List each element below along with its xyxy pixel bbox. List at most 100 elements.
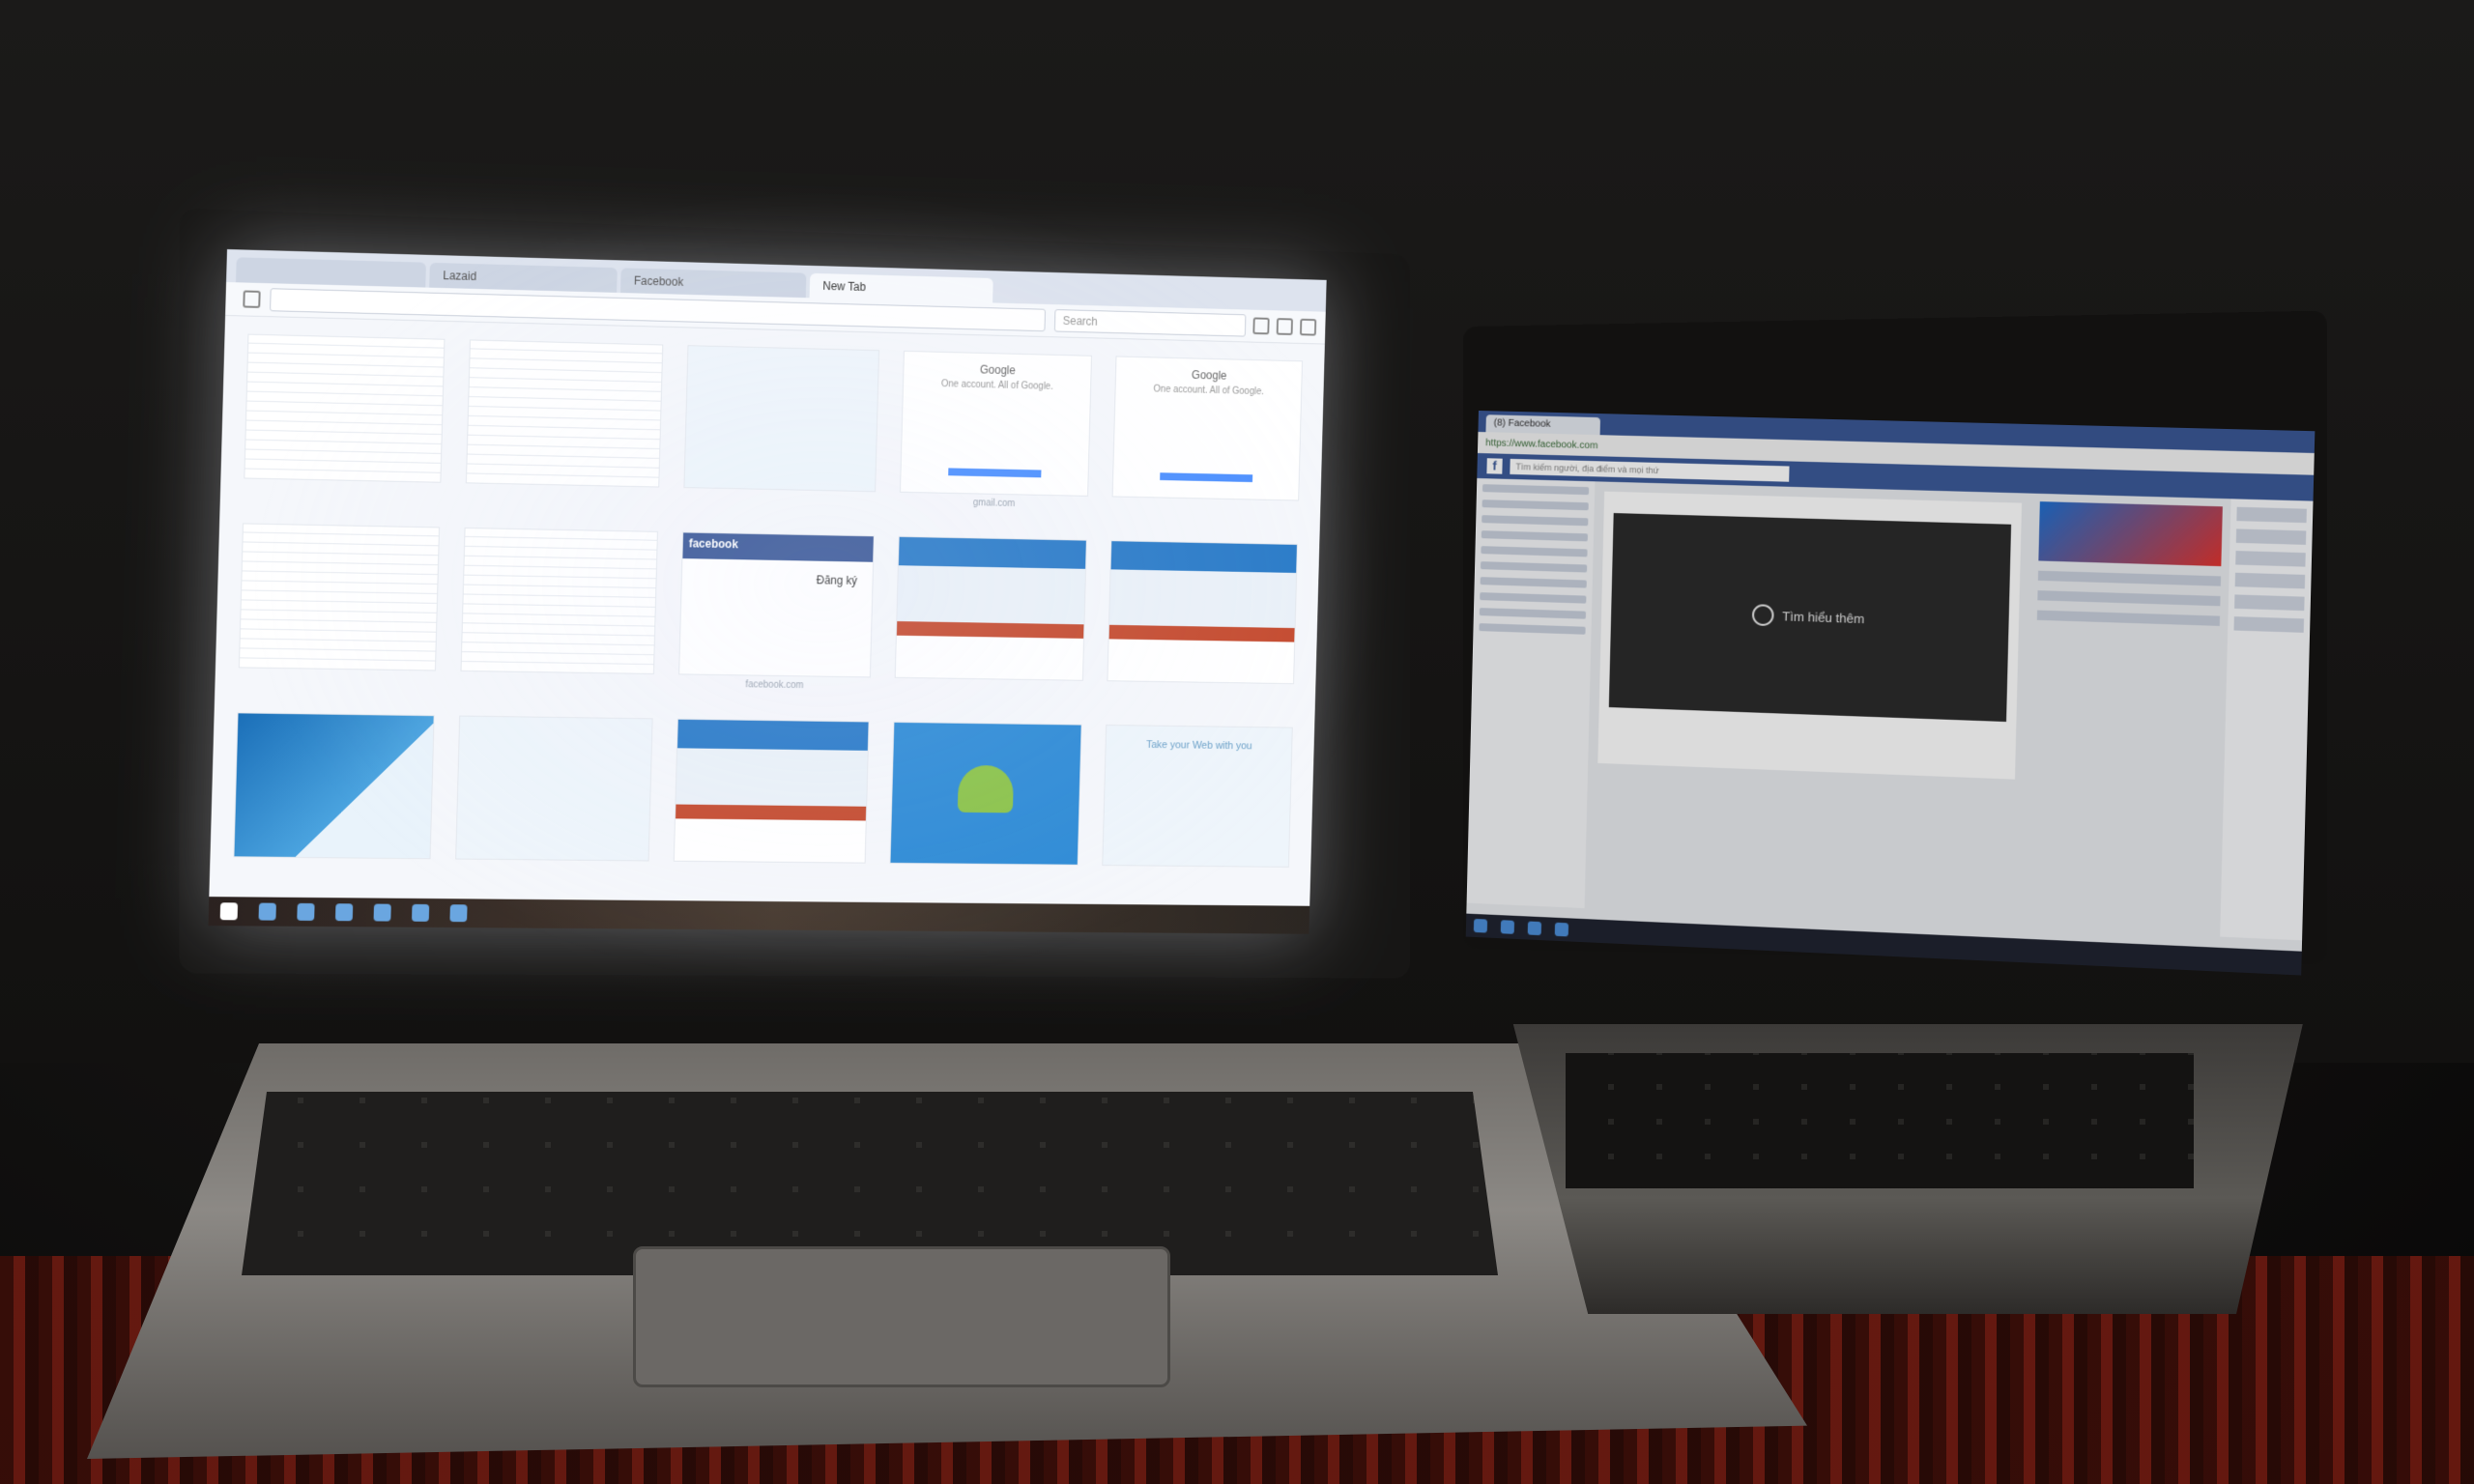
suggestion-row[interactable] [2037, 611, 2220, 626]
speed-dial-tile[interactable] [1107, 540, 1298, 702]
taskbar-app-icon[interactable] [335, 903, 353, 921]
taskbar-app-icon[interactable] [1555, 923, 1568, 937]
taskbar-app-icon[interactable] [1501, 920, 1514, 934]
taskbar-app-icon[interactable] [412, 904, 429, 922]
nav-item[interactable] [1481, 546, 1587, 556]
chat-contact[interactable] [2236, 507, 2307, 523]
speed-dial-tile[interactable]: Take your Web with you [1102, 725, 1293, 886]
tile-thumbnail[interactable] [233, 712, 434, 859]
taskbar-app-icon[interactable] [1528, 921, 1541, 935]
speed-dial-tile[interactable] [683, 345, 879, 511]
nav-item[interactable] [1481, 561, 1587, 572]
tile-thumbnail[interactable] [674, 719, 869, 864]
speed-dial-tile[interactable] [244, 334, 445, 502]
browser-tab[interactable]: Lazaid [429, 263, 618, 293]
right-laptop-screen: (8) Facebook https://www.facebook.com f … [1466, 411, 2316, 975]
back-icon[interactable] [243, 290, 260, 307]
speed-dial-tile[interactable] [894, 536, 1087, 699]
taskbar-app-icon[interactable] [374, 904, 391, 922]
facebook-right-column [2022, 494, 2231, 937]
taskbar-app-icon[interactable] [297, 903, 314, 921]
chat-sidebar [2220, 499, 2313, 940]
speed-dial-tile[interactable] [454, 716, 653, 881]
speed-dial-tile[interactable]: Google One account. All of Google. gmail.c… [899, 351, 1092, 516]
speed-dial-tile[interactable]: Google One account. All of Google. [1111, 356, 1303, 519]
tile-thumbnail[interactable] [239, 523, 440, 671]
left-laptop-touchpad [633, 1246, 1170, 1387]
bookmark-star-icon[interactable] [1252, 317, 1269, 334]
tile-thumbnail[interactable]: Take your Web with you [1103, 725, 1293, 868]
taskbar-app-icon[interactable] [258, 903, 275, 921]
speed-dial-tile[interactable] [460, 528, 659, 694]
browser-tab[interactable]: Facebook [620, 268, 806, 298]
chat-contact[interactable] [2235, 573, 2306, 589]
nav-item[interactable] [1480, 608, 1586, 619]
tile-label [894, 678, 1083, 699]
home-icon[interactable] [1277, 318, 1293, 335]
speed-dial-tile[interactable] [673, 719, 869, 883]
facebook-body: Tìm hiểu thêm [1467, 478, 2314, 940]
news-feed: Tìm hiểu thêm [1585, 481, 2032, 928]
chat-contact[interactable] [2233, 616, 2304, 633]
video-player[interactable]: Tìm hiểu thêm [1609, 513, 2011, 722]
nav-item[interactable] [1480, 592, 1586, 604]
nav-item[interactable] [1482, 515, 1588, 526]
tile-subtitle: One account. All of Google. [904, 378, 1091, 392]
photo-scene: Lazaid Facebook New Tab Search Google One… [0, 0, 2474, 1484]
browser-tab[interactable] [236, 257, 426, 287]
tile-thumbnail[interactable] [1108, 540, 1298, 684]
tile-thumbnail[interactable] [455, 716, 653, 862]
tile-thumbnail[interactable]: Google One account. All of Google. [900, 351, 1093, 497]
tile-label: facebook.com [678, 674, 871, 697]
speed-dial-tile[interactable] [233, 712, 434, 878]
facebook-left-nav [1467, 478, 1596, 908]
tile-title: Google [904, 361, 1091, 380]
tile-thumbnail[interactable] [244, 334, 445, 483]
tile-label [889, 864, 1079, 884]
tile-thumbnail[interactable]: Google One account. All of Google. [1112, 356, 1303, 500]
nav-item[interactable] [1482, 530, 1588, 541]
tile-label [673, 862, 865, 883]
tile-label [238, 668, 435, 690]
start-icon[interactable] [220, 902, 238, 920]
sign-in-button [1160, 472, 1252, 482]
tile-thumbnail[interactable] [460, 528, 658, 674]
facebook-logo-icon[interactable]: f [1486, 458, 1502, 473]
speed-dial-tile[interactable] [238, 523, 439, 690]
start-icon[interactable] [1474, 919, 1487, 933]
nav-item[interactable] [1479, 623, 1585, 635]
video-label: Tìm hiểu thêm [1782, 609, 1864, 626]
tile-thumbnail[interactable] [895, 536, 1088, 681]
game-ad[interactable] [2038, 501, 2223, 566]
tile-thumbnail[interactable] [684, 345, 879, 492]
firefox-icon[interactable] [449, 904, 467, 922]
play-icon[interactable] [1752, 604, 1774, 626]
speed-dial-tile[interactable]: facebook Đăng ký facebook.com [678, 531, 875, 697]
chat-contact[interactable] [2235, 551, 2306, 567]
tile-title: Take your Web with you [1107, 739, 1292, 753]
tile-label [454, 860, 649, 881]
tile-thumbnail[interactable]: facebook Đăng ký [678, 531, 874, 677]
menu-icon[interactable] [1300, 319, 1316, 336]
tile-subtitle: Đăng ký [817, 573, 858, 587]
browser-tab-active[interactable]: New Tab [810, 273, 993, 303]
chat-contact[interactable] [2236, 528, 2307, 545]
facebook-search-input[interactable]: Tìm kiếm người, địa điểm và mọi thứ [1510, 459, 1789, 482]
nav-item[interactable] [1482, 484, 1589, 495]
browser-tab-active[interactable]: (8) Facebook [1485, 414, 1600, 435]
tile-thumbnail[interactable] [465, 339, 663, 487]
nav-item[interactable] [1481, 577, 1587, 587]
tile-label [233, 857, 430, 878]
chat-contact[interactable] [2234, 594, 2305, 611]
suggestion-row[interactable] [2038, 571, 2221, 586]
search-input[interactable]: Search [1054, 309, 1247, 337]
tile-label: gmail.com [899, 493, 1088, 516]
tile-subtitle: One account. All of Google. [1116, 384, 1301, 398]
tile-label [1107, 681, 1294, 702]
suggestion-row[interactable] [2037, 590, 2220, 606]
nav-item[interactable] [1482, 499, 1589, 510]
speed-dial-tile[interactable] [889, 722, 1082, 884]
speed-dial-tile[interactable] [465, 339, 664, 506]
tile-thumbnail[interactable] [889, 722, 1082, 866]
right-laptop-keyboard [1566, 1053, 2194, 1188]
